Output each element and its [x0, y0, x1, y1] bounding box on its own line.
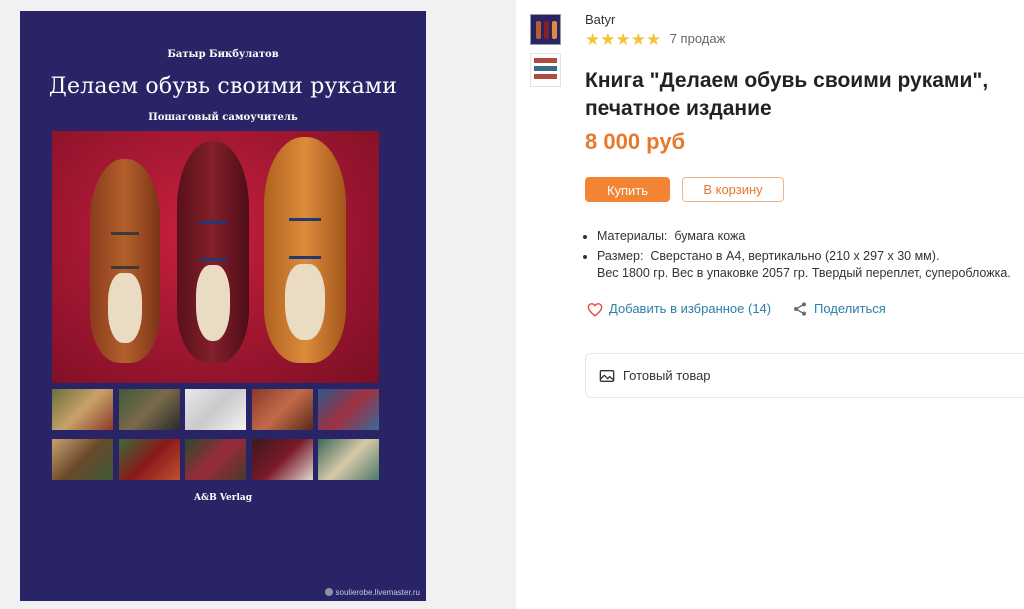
favorite-label: Добавить в избранное (14): [609, 301, 772, 316]
watermark-text: soulierobe.livemaster.ru: [335, 588, 420, 597]
book-cover-image[interactable]: Батыр Бикбулатов Делаем обувь своими рук…: [20, 11, 426, 601]
cover-photo: [185, 389, 246, 430]
share-link[interactable]: Поделиться: [792, 300, 886, 318]
cover-photo: [251, 439, 313, 480]
tan-brogue-shoe: [264, 137, 346, 363]
heart-icon: [587, 303, 603, 317]
spec-materials: Материалы: бумага кожа: [597, 228, 1024, 245]
star-icon: ★: [646, 30, 662, 49]
buy-button[interactable]: Купить: [585, 177, 670, 202]
watermark: soulierobe.livemaster.ru: [324, 588, 420, 597]
cover-title: Делаем обувь своими руками: [48, 74, 398, 99]
gallery-thumbnail-1[interactable]: [530, 14, 561, 45]
cover-publisher: A&B Verlag: [193, 493, 253, 503]
cover-subtitle: Пошаговый самоучитель: [148, 112, 298, 123]
ready-item-panel[interactable]: Готовый товар: [585, 353, 1024, 398]
star-icon: ★: [585, 30, 601, 49]
star-icon: ★: [615, 30, 631, 49]
product-specs: Материалы: бумага кожа Размер: Сверстано…: [583, 228, 1024, 285]
ready-item-label: Готовый товар: [599, 367, 711, 385]
spec-key: Размер:: [597, 249, 644, 263]
spec-size: Размер: Сверстано в А4, вертикально (210…: [597, 248, 1024, 282]
share-label: Поделиться: [814, 301, 886, 316]
seller-name-link[interactable]: Batyr: [585, 12, 615, 27]
cover-photo: [318, 439, 379, 480]
cover-photo: [318, 389, 379, 430]
star-icon: ★: [600, 30, 616, 49]
product-gallery[interactable]: Батыр Бикбулатов Делаем обувь своими рук…: [0, 0, 516, 609]
rating[interactable]: ★★★★★ 7 продаж: [585, 31, 725, 49]
spec-value-extra: Вес 1800 гр. Вес в упаковке 2057 гр. Тве…: [597, 266, 1011, 280]
cover-photo: [185, 439, 246, 480]
cover-photo-grid: [52, 389, 379, 480]
cover-photo: [251, 389, 313, 430]
cover-photo: [52, 439, 113, 480]
cover-photo: [118, 439, 180, 480]
add-to-favorites-link[interactable]: Добавить в избранное (14): [587, 300, 771, 318]
cover-author: Батыр Бикбулатов: [167, 49, 279, 60]
gallery-thumbnail-2[interactable]: [530, 53, 561, 87]
cover-photo: [52, 389, 113, 430]
star-icon: ★: [630, 30, 646, 49]
cover-shoes-photo: [52, 131, 379, 383]
burgundy-shoe: [177, 141, 249, 363]
brown-shoe: [90, 159, 160, 363]
cover-photo: [118, 389, 180, 430]
watermark-logo-icon: [324, 588, 333, 596]
sales-count: 7 продаж: [669, 31, 726, 46]
share-icon: [794, 302, 806, 316]
spec-value: бумага кожа: [674, 229, 746, 243]
spec-value: Сверстано в А4, вертикально (210 х 297 х…: [650, 249, 940, 263]
add-to-cart-button[interactable]: В корзину: [682, 177, 784, 202]
image-icon: [599, 370, 615, 382]
ready-item-text: Готовый товар: [623, 368, 711, 383]
spec-key: Материалы:: [597, 229, 668, 243]
product-price: 8 000 руб: [585, 129, 686, 154]
product-title: Книга "Делаем обувь своими руками", печа…: [585, 69, 989, 120]
